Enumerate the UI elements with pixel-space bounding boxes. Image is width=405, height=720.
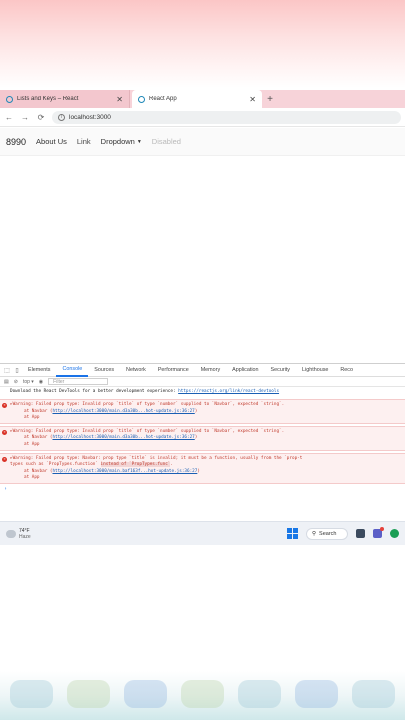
console-error-message: ✕ ▸Warning: Failed prop type: Invalid pr… [0,399,405,425]
eye-icon[interactable]: ◉ [39,379,43,385]
clear-console-icon[interactable]: ⊘ [14,379,18,385]
url-text: localhost:3000 [69,113,111,121]
devtools-tab-memory[interactable]: Memory [195,364,226,377]
error-icon: ✕ [2,430,7,436]
console-filter-input[interactable]: Filter [48,378,109,385]
error-text-part: . [170,462,173,468]
windows-start-icon[interactable] [287,528,298,539]
devtools-tab-network[interactable]: Network [120,364,152,377]
stack-text: at Navbar ( [24,468,53,474]
taskbar: 74°F Haze ⚲ Search [0,521,405,545]
stack-text: at Navbar ( [24,435,53,441]
forward-icon[interactable]: → [20,113,30,122]
devtools-tab-sources[interactable]: Sources [88,364,120,377]
close-tab-icon[interactable]: ✕ [249,95,256,104]
haze-weather-icon [6,529,16,538]
site-info-icon[interactable]: i [58,113,65,121]
browser-tab-lists-and-keys[interactable]: Lists and Keys – React ✕ [0,90,130,108]
browser-tab-react-app[interactable]: React App ✕ [132,90,262,108]
info-text: Download the React DevTools for a better… [10,389,179,394]
browser-tab-title: Lists and Keys – React [17,96,79,102]
context-selector[interactable]: top ▾ [23,379,34,385]
devtools-tab-console[interactable]: Console [56,364,89,377]
stack-text: ) [194,408,198,414]
weather-widget[interactable]: 74°F Haze [6,528,31,540]
inspect-element-icon[interactable]: ⬚ [2,367,12,374]
react-devtools-link[interactable]: https://reactjs.org/link/react-devtools [178,389,279,394]
nav-link-about-us[interactable]: About Us [36,137,67,146]
nav-link-disabled: Disabled [151,137,181,146]
nav-dropdown[interactable]: Dropdown ▼ [101,137,142,146]
browser-tab-title: React App [149,96,177,102]
devtools-panel: ⬚ ▯ Elements Console Sources Network Per… [0,363,405,518]
devtools-tab-bar: ⬚ ▯ Elements Console Sources Network Per… [0,364,405,377]
error-text-part: types such as `PropTypes.function` [10,462,101,468]
stack-line: at App [24,414,40,420]
source-link[interactable]: http://localhost:3000/main.baf163f...hot… [52,469,197,474]
task-view-icon[interactable] [356,529,365,538]
react-favicon-icon [6,95,13,103]
error-icon: ✕ [2,457,7,463]
console-error-message: ✕ ▸Warning: Failed prop type: Navbar: pr… [0,453,405,485]
close-tab-icon[interactable]: ✕ [116,95,123,104]
search-icon: ⚲ [312,530,317,537]
stack-text: at Navbar ( [24,408,53,414]
console-info-message: Download the React DevTools for a better… [0,387,405,397]
weather-condition: Haze [19,533,31,540]
stack-line: at App [24,474,40,480]
stack-text: ) [197,468,200,474]
new-tab-icon[interactable]: + [262,90,278,108]
blurred-background [0,680,405,720]
console-prompt[interactable]: › [0,484,405,494]
device-toolbar-icon[interactable]: ▯ [12,367,22,374]
devtools-tab-application[interactable]: Application [226,364,264,377]
console-toolbar: ▤ ⊘ top ▾ ◉ Filter [0,377,405,387]
source-link[interactable]: http://localhost:3000/main.d3a30b...hot-… [52,409,194,414]
console-error-message: ✕ ▸Warning: Failed prop type: Invalid pr… [0,426,405,452]
video-top-overlay [0,0,405,88]
nav-dropdown-label: Dropdown [100,137,135,146]
teams-icon[interactable] [373,527,384,538]
taskbar-search[interactable]: ⚲ Search [306,527,348,540]
address-bar: ← → ⟳ i localhost:3000 [0,108,405,127]
navbar-brand[interactable]: 8990 [6,137,26,147]
devtools-tab-security[interactable]: Security [265,364,296,377]
back-icon[interactable]: ← [4,113,14,122]
browser-tab-strip: Lists and Keys – React ✕ React App ✕ + [0,90,405,108]
taskbar-search-label: Search [319,530,337,537]
nav-link-link[interactable]: Link [77,137,91,146]
devtools-tab-recorder[interactable]: Reco [334,364,359,377]
url-input[interactable]: i localhost:3000 [52,110,401,124]
weather-text: 74°F Haze [19,528,31,540]
selected-text: instead of `PropTypes.func` [100,462,171,468]
app-navbar: 8990 About Us Link Dropdown ▼ Disabled [0,128,405,156]
devtools-tab-performance[interactable]: Performance [152,364,195,377]
source-link[interactable]: http://localhost:3000/main.d3a30b...hot-… [52,435,194,440]
taskbar-center: ⚲ Search [287,527,399,540]
reload-icon[interactable]: ⟳ [36,113,46,122]
stack-line: at App [24,441,40,447]
devtools-tab-elements[interactable]: Elements [22,364,56,377]
caret-down-icon: ▼ [136,138,142,145]
sidebar-toggle-icon[interactable]: ▤ [4,379,9,385]
console-output: Download the React DevTools for a better… [0,387,405,495]
react-favicon-icon [138,95,145,103]
devtools-tab-lighthouse[interactable]: Lighthouse [296,364,334,377]
error-icon: ✕ [2,403,7,409]
chrome-icon[interactable] [390,529,399,538]
stack-text: ) [194,435,198,441]
